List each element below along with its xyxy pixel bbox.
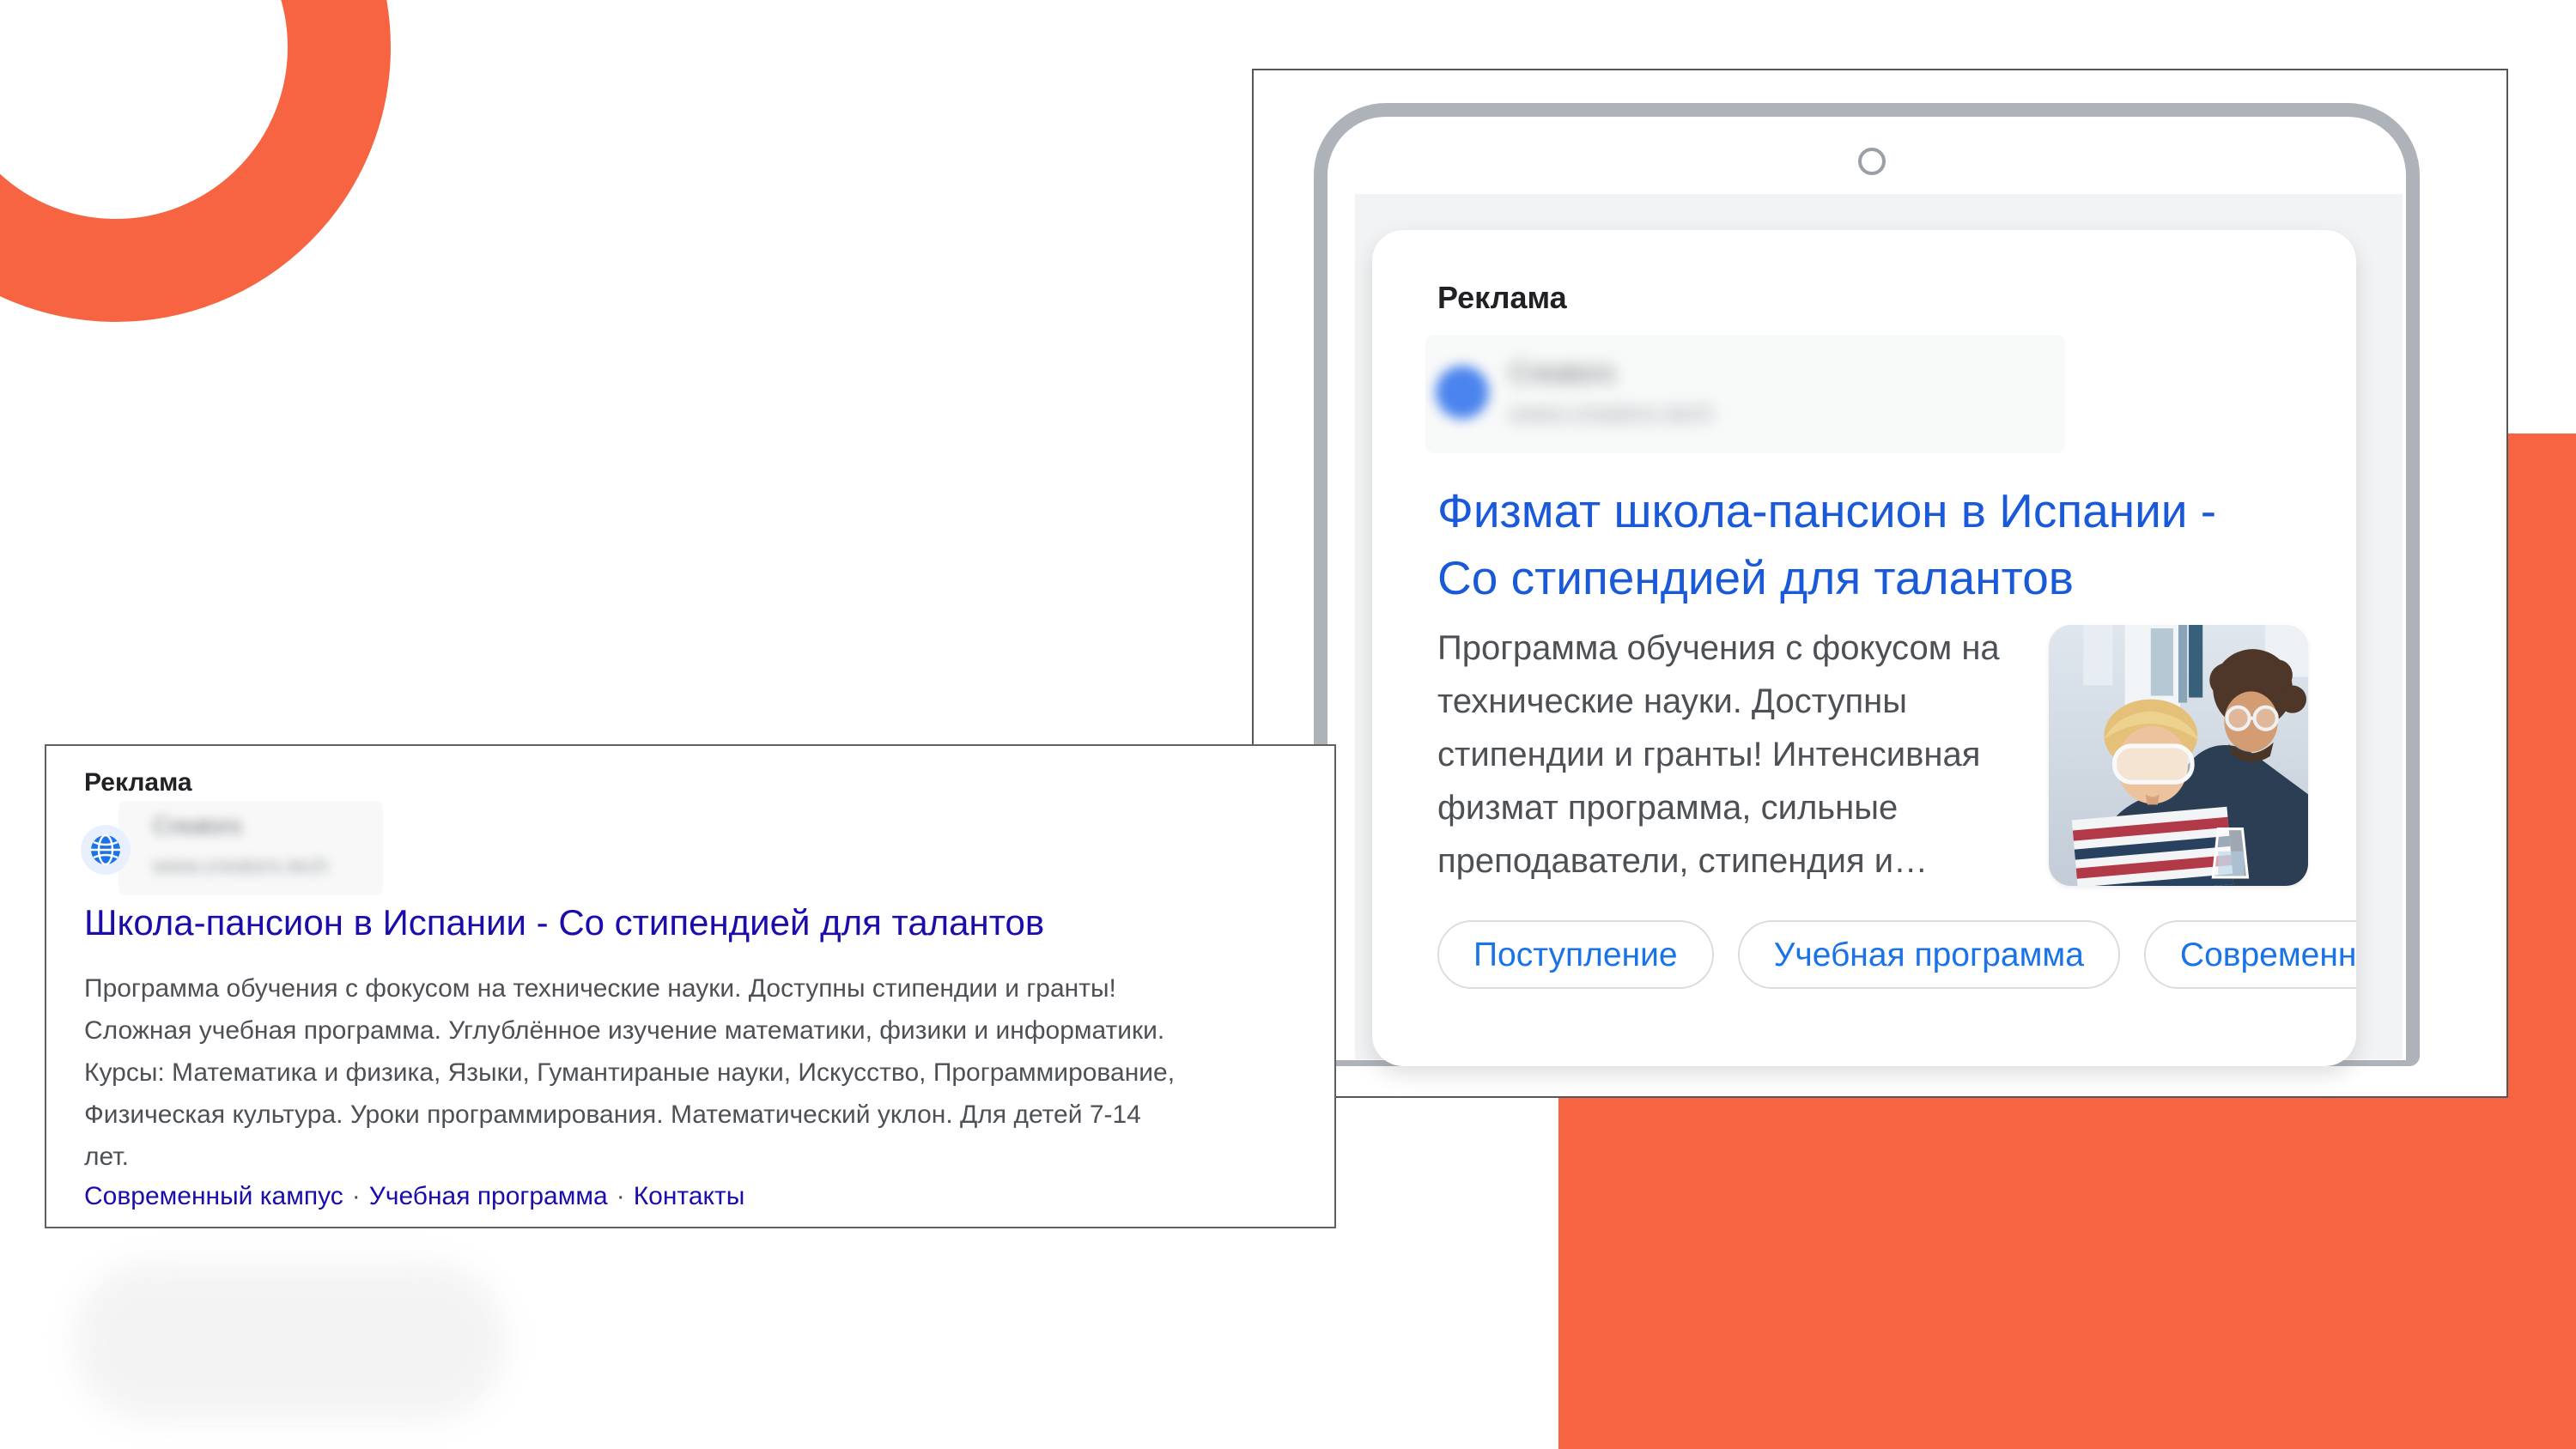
description-line: Сложная учебная программа. Углублённое и… xyxy=(84,1009,1175,1052)
tablet-camera-icon xyxy=(1858,148,1886,175)
sitelink-separator: · xyxy=(343,1182,369,1210)
description-line: технические науки. Доступны xyxy=(1437,675,2000,728)
advertiser-name-blurred: Creators xyxy=(1510,357,1615,389)
sitelink-button-campus[interactable]: Современный кампус xyxy=(2144,920,2356,989)
advertiser-chip: Creators www.creators.tech xyxy=(1425,335,2065,453)
decorative-ring xyxy=(0,0,391,322)
advertiser-url-blurred: www.creators.tech xyxy=(1510,400,1713,428)
sitelink-link-campus[interactable]: Современный кампус xyxy=(84,1182,343,1210)
ad-title-link[interactable]: Физмат школа-пансион в Испании - Со стип… xyxy=(1437,477,2216,611)
blurred-watermark xyxy=(73,1262,507,1421)
desktop-ad-card: Реклама Creators www.creators.tech Школа… xyxy=(45,744,1336,1228)
science-class-illustration xyxy=(2049,625,2308,886)
ad-description: Программа обучения с фокусом на техничес… xyxy=(1437,621,2000,888)
sitelink-buttons-row: Поступление Учебная программа Современный … xyxy=(1437,920,2356,991)
ad-description: Программа обучения с фокусом на техничес… xyxy=(84,967,1175,1178)
description-line: Программа обучения с фокусом на техничес… xyxy=(84,967,1175,1009)
sitelink-button-admission[interactable]: Поступление xyxy=(1437,920,1714,989)
advertiser-favicon-blurred xyxy=(1436,366,1489,419)
advertiser-url-blurred: www.creators.tech xyxy=(153,854,328,879)
description-line: стипендии и гранты! Интенсивная xyxy=(1437,728,2000,781)
description-line: Программа обучения с фокусом на xyxy=(1437,621,2000,675)
sitelinks-row: Современный кампус·Учебная программа·Кон… xyxy=(84,1182,744,1211)
description-line: Курсы: Математика и физика, Языки, Гуман… xyxy=(84,1052,1175,1094)
description-line: преподаватели, стипендия и… xyxy=(1437,834,2000,888)
ad-title-line1: Физмат школа-пансион в Испании - xyxy=(1437,477,2216,544)
sitelink-link-contacts[interactable]: Контакты xyxy=(634,1182,745,1210)
ad-title-link[interactable]: Школа-пансион в Испании - Со стипендией … xyxy=(84,902,1044,943)
sitelink-separator: · xyxy=(608,1182,634,1210)
ad-badge: Реклама xyxy=(84,768,192,797)
advertiser-name-blurred: Creators xyxy=(153,813,242,840)
sitelink-link-curriculum[interactable]: Учебная программа xyxy=(369,1182,608,1210)
page: Реклама Creators www.creators.tech Физма… xyxy=(0,0,2576,1449)
mobile-ad-card: Реклама Creators www.creators.tech Физма… xyxy=(1372,230,2356,1066)
ad-title-line2: Со стипендией для талантов xyxy=(1437,544,2216,611)
globe-icon xyxy=(81,825,131,875)
description-line: физмат программа, сильные xyxy=(1437,781,2000,834)
ad-badge: Реклама xyxy=(1437,280,1567,316)
ad-image xyxy=(2049,625,2308,886)
description-line: лет. xyxy=(84,1136,1175,1178)
description-line: Физическая культура. Уроки программирова… xyxy=(84,1094,1175,1136)
sitelink-button-curriculum[interactable]: Учебная программа xyxy=(1738,920,2120,989)
